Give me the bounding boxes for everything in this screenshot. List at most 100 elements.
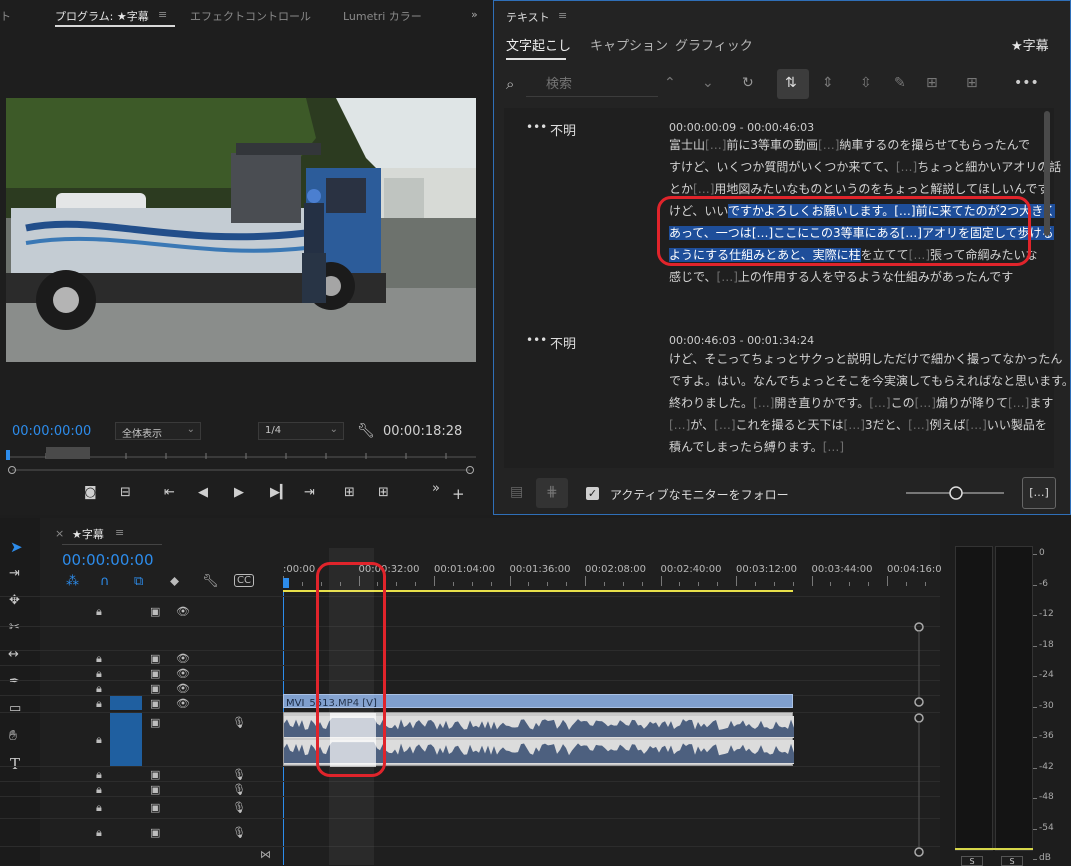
transcript-word[interactable]: ですよ。はい。なんでちょっとそこを今実演してもらえればなと思います。 — [669, 374, 1071, 388]
tab-transcript[interactable]: 文字起こし — [506, 35, 571, 54]
refresh-icon[interactable]: ↻ — [742, 75, 754, 91]
transcript-word[interactable]: 終わりました。 — [669, 396, 753, 410]
transcript-line[interactable]: 積んでしまったら縛ります。[…] — [669, 436, 1071, 458]
pause-marker[interactable]: […] — [717, 270, 738, 284]
speaker-label[interactable]: 不明 — [550, 120, 576, 139]
wrench-icon[interactable]: 🔧︎ — [202, 574, 219, 589]
pause-marker[interactable]: […] — [753, 396, 774, 410]
microphone-icon[interactable]: 🎙︎ — [232, 801, 246, 814]
segment-text[interactable]: けど、そこってちょっとサクっと説明しただけで細かく撮ってなかったん ですよ。はい。… — [669, 348, 1071, 458]
wrench-icon[interactable]: 🔧︎ — [357, 423, 375, 439]
eye-icon[interactable]: 👁︎ — [176, 682, 190, 695]
transcript-word[interactable]: 富士山 — [669, 138, 705, 152]
more-options-icon[interactable]: ••• — [1014, 75, 1039, 91]
eye-icon[interactable]: 👁︎ — [176, 667, 190, 680]
transcript-word[interactable]: 開き直りかです。 — [774, 396, 869, 410]
pause-marker[interactable]: […] — [714, 418, 735, 432]
toggle-sync-icon[interactable]: ▣ — [150, 697, 160, 710]
lock-icon[interactable]: 🔒︎ — [96, 652, 102, 666]
go-to-in-icon[interactable]: ⇤ — [164, 485, 175, 500]
close-icon[interactable]: × — [55, 527, 64, 540]
playhead-marker[interactable] — [283, 578, 289, 588]
toggle-sync-icon[interactable]: ▣ — [150, 716, 160, 729]
timeline-timecode[interactable]: 00:00:00:00 — [62, 551, 154, 569]
panel-menu-icon[interactable]: ≡ — [558, 9, 567, 22]
transcript-line[interactable]: けど、そこってちょっとサクっと説明しただけで細かく撮ってなかったん — [669, 348, 1071, 370]
track-select-icon[interactable]: ⇥ — [9, 566, 20, 581]
resolution-select[interactable]: 1/4 ⌄ — [258, 422, 344, 440]
eye-icon[interactable]: 👁︎ — [176, 605, 190, 618]
pause-marker[interactable]: […] — [818, 138, 839, 152]
lift-icon[interactable]: ⊞ — [344, 485, 355, 500]
transcript-word[interactable]: これを撮ると天下は — [736, 418, 844, 432]
lock-icon[interactable]: 🔒︎ — [96, 768, 102, 782]
mix-end-icon[interactable]: ⋈ — [260, 848, 271, 861]
tab-captions[interactable]: キャプション — [590, 35, 668, 54]
pause-marker[interactable]: […] — [908, 418, 929, 432]
transcript-word[interactable]: けど、そこってちょっとサクっと説明しただけで細かく撮ってなかったん — [669, 352, 1062, 366]
captions-icon[interactable]: CC — [234, 574, 254, 587]
transcript-line[interactable]: すけど、いくつか質問がいくつか来てて、[…]ちょっと細かいアオリの話 — [669, 156, 1061, 178]
split-icon[interactable]: ⇅ — [785, 75, 797, 91]
scrollbar-thumb[interactable] — [1044, 111, 1050, 236]
transcript-word[interactable]: いい製品を — [987, 418, 1047, 432]
lock-icon[interactable]: 🔒︎ — [96, 605, 102, 619]
transcript-word[interactable]: この — [891, 396, 915, 410]
speaker-icon[interactable]: ⊞ — [926, 75, 938, 91]
lock-icon[interactable]: 🔒︎ — [96, 667, 102, 681]
track-row[interactable] — [0, 781, 940, 796]
current-timecode[interactable]: 00:00:00:00 — [12, 424, 91, 439]
add-button-icon[interactable]: + — [452, 485, 465, 503]
vertical-zoom-handles[interactable] — [914, 622, 924, 862]
lock-icon[interactable]: 🔒︎ — [96, 733, 102, 747]
lock-icon[interactable]: 🔒︎ — [96, 783, 102, 797]
zoom-scrollbar[interactable] — [8, 466, 474, 474]
chevron-down-icon[interactable]: ⌄ — [702, 75, 714, 91]
search-input[interactable] — [526, 73, 658, 97]
transcript-line[interactable]: ですよ。はい。なんでちょっとそこを今実演してもらえればなと思います。 — [669, 370, 1071, 392]
pause-marker[interactable]: […] — [965, 418, 986, 432]
toggle-output-icon[interactable]: ▣ — [150, 605, 160, 618]
transcript-word[interactable]: 前に3等車の動画 — [726, 138, 818, 152]
toggle-sync-icon[interactable]: ▣ — [150, 768, 160, 781]
transcript-word[interactable]: 上の作用する人を守るような仕組みがあったんです — [738, 270, 1013, 284]
pause-marker[interactable]: […] — [896, 160, 917, 174]
lock-icon[interactable]: 🔒︎ — [96, 682, 102, 696]
transcript-word[interactable]: 3だと、 — [865, 418, 908, 432]
selection-tool-icon[interactable]: ➤ — [10, 538, 23, 556]
microphone-icon[interactable]: 🎙︎ — [232, 768, 246, 781]
tab-left-partial[interactable]: ト — [0, 8, 11, 24]
step-back-icon[interactable]: ◀ — [198, 485, 208, 500]
chevron-up-icon[interactable]: ⌃ — [664, 75, 676, 91]
mini-time-ruler[interactable] — [6, 447, 476, 463]
zoom-slider[interactable] — [904, 485, 1006, 501]
track-target-v1[interactable] — [110, 696, 142, 710]
eye-icon[interactable]: 👁︎ — [176, 652, 190, 665]
toggle-sync-icon[interactable]: ▣ — [150, 783, 160, 796]
toggle-sync-icon[interactable]: ▣ — [150, 801, 160, 814]
marker-icon[interactable]: ⬥ — [170, 574, 179, 589]
transcript-word[interactable]: 用地図みたいなものというのをちょっと解説してほしいんです — [714, 182, 1049, 196]
panel-menu-icon[interactable]: ≡ — [158, 8, 167, 21]
transcript-line[interactable]: 終わりました。[…]開き直りかです。[…]この[…]煽りが降りて[…]ます — [669, 392, 1071, 414]
eye-icon[interactable]: 👁︎ — [176, 697, 190, 710]
toggle-sync-icon[interactable]: ▣ — [150, 652, 160, 665]
track-row[interactable] — [0, 650, 940, 665]
panel-overflow-icon[interactable]: » — [471, 8, 478, 21]
go-to-out-icon[interactable]: ⇥ — [304, 485, 315, 500]
track-row[interactable] — [0, 596, 940, 626]
transcript-word[interactable]: ます — [1029, 396, 1053, 410]
tab-graphics[interactable]: グラフィック — [675, 35, 753, 54]
merge-icon[interactable]: ⇳ — [860, 75, 872, 91]
transcript-word[interactable]: すけど、いくつか質問がいくつか来てて、 — [669, 160, 896, 174]
track-row[interactable] — [0, 626, 940, 650]
toggle-sync-icon[interactable]: ▣ — [150, 682, 160, 695]
track-row[interactable] — [0, 796, 940, 818]
pause-marker[interactable]: […] — [705, 138, 726, 152]
transcript-line[interactable]: […]が、[…]これを撮ると天下は[…]3だと、[…]例えば[…]いい製品を — [669, 414, 1071, 436]
toggle-sync-icon[interactable]: ▣ — [150, 667, 160, 680]
lock-icon[interactable]: 🔒︎ — [96, 697, 102, 711]
sequence-tab[interactable]: ★字幕 — [72, 526, 104, 542]
caption-export-icon[interactable]: ▤ — [510, 484, 523, 500]
pause-marker-button[interactable]: […] — [1022, 477, 1056, 509]
